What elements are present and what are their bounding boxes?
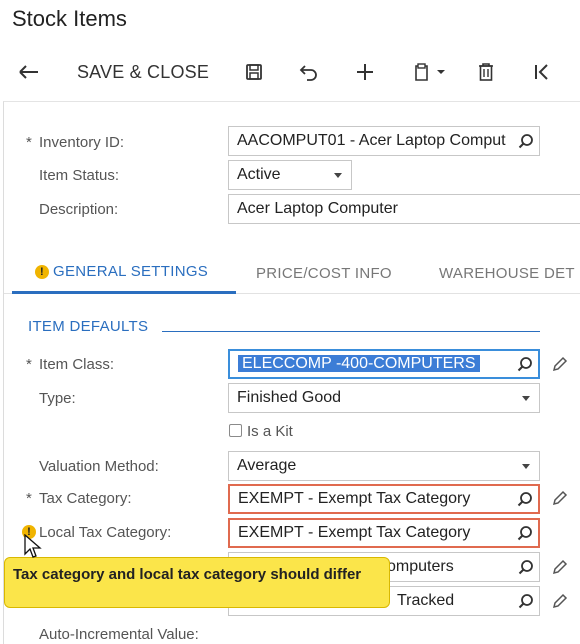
search-icon[interactable] [512,351,538,377]
item-class-label: Item Class: [39,356,115,373]
edit-icon[interactable] [550,488,570,508]
description-label: Description: [39,201,119,218]
local-tax-category-value: EXEMPT - Exempt Tax Category [238,524,471,541]
tax-category-label: Tax Category: [39,490,132,507]
tab-price-cost-info[interactable]: PRICE/COST INFO [256,252,416,294]
toolbar: SAVE & CLOSE [0,56,580,92]
item-status-select[interactable]: Active [228,160,352,190]
tab-general-settings[interactable]: ! GENERAL SETTINGS [12,252,236,294]
chevron-down-icon [325,173,351,178]
section-divider [162,331,540,332]
item-status-value: Active [237,166,281,183]
valuation-method-value: Average [237,457,297,474]
is-kit-checkbox[interactable] [229,424,242,437]
page-title: Stock Items [12,6,127,31]
chevron-down-icon [513,464,539,469]
type-label: Type: [39,390,76,407]
local-tax-category-label: Local Tax Category: [39,524,172,541]
search-icon[interactable] [513,588,539,614]
inventory-id-field[interactable]: AACOMPUT01 - Acer Laptop Comput [228,126,540,156]
search-icon[interactable] [512,486,538,512]
copy-paste-button[interactable] [406,56,454,88]
clipboard-icon [415,63,445,81]
search-icon[interactable] [513,554,539,580]
tab-warehouse-details[interactable]: WAREHOUSE DET [439,252,580,294]
valuation-method-label: Valuation Method: [39,458,159,475]
validation-tooltip: Tax category and local tax category shou… [4,557,390,608]
search-icon[interactable] [513,128,539,154]
first-record-icon [535,64,548,80]
tab-label: GENERAL SETTINGS [53,263,209,280]
floppy-disk-icon [246,64,262,80]
edit-icon[interactable] [550,591,570,611]
tax-category-value: EXEMPT - Exempt Tax Category [238,490,471,507]
mouse-cursor-icon [24,534,42,558]
back-button[interactable] [14,56,44,88]
local-tax-category-field[interactable]: EXEMPT - Exempt Tax Category [228,518,540,548]
tax-category-field[interactable]: EXEMPT - Exempt Tax Category [228,484,540,514]
chevron-down-icon [513,396,539,401]
description-value: Acer Laptop Computer [237,200,398,217]
section-title: ITEM DEFAULTS [28,318,149,335]
trash-icon [479,63,493,81]
plus-icon [357,64,373,80]
save-close-button[interactable]: SAVE & CLOSE [66,56,220,88]
undo-icon [299,65,317,81]
delete-button[interactable] [472,56,500,88]
auto-incremental-label: Auto-Incremental Value: [39,626,199,643]
search-icon[interactable] [512,520,538,546]
edit-icon[interactable] [550,557,570,577]
save-button[interactable] [240,56,268,88]
inventory-id-label: Inventory ID: [39,134,125,151]
item-class-field[interactable]: ELECCOMP -400-COMPUTERS [228,349,540,379]
tab-label: WAREHOUSE DET [439,264,575,282]
valuation-method-select[interactable]: Average [228,451,540,481]
add-button[interactable] [351,56,379,88]
tab-label: PRICE/COST INFO [256,264,392,282]
warning-icon: ! [35,264,49,279]
inventory-id-value: AACOMPUT01 - Acer Laptop Comput [237,132,506,149]
item-status-label: Item Status: [39,167,120,184]
required-marker: * [26,490,32,507]
type-select[interactable]: Finished Good [228,383,540,413]
is-kit-label: Is a Kit [247,423,293,440]
item-class-value: ELECCOMP -400-COMPUTERS [238,355,480,372]
undo-button[interactable] [295,56,323,88]
required-marker: * [26,356,32,373]
first-record-button[interactable] [528,56,556,88]
description-field[interactable]: Acer Laptop Computer [228,194,580,224]
required-marker: * [26,134,32,151]
tab-bar: ! GENERAL SETTINGS PRICE/COST INFO WAREH… [4,252,580,294]
arrow-left-icon [19,65,38,79]
type-value: Finished Good [237,389,342,406]
edit-icon[interactable] [550,354,570,374]
